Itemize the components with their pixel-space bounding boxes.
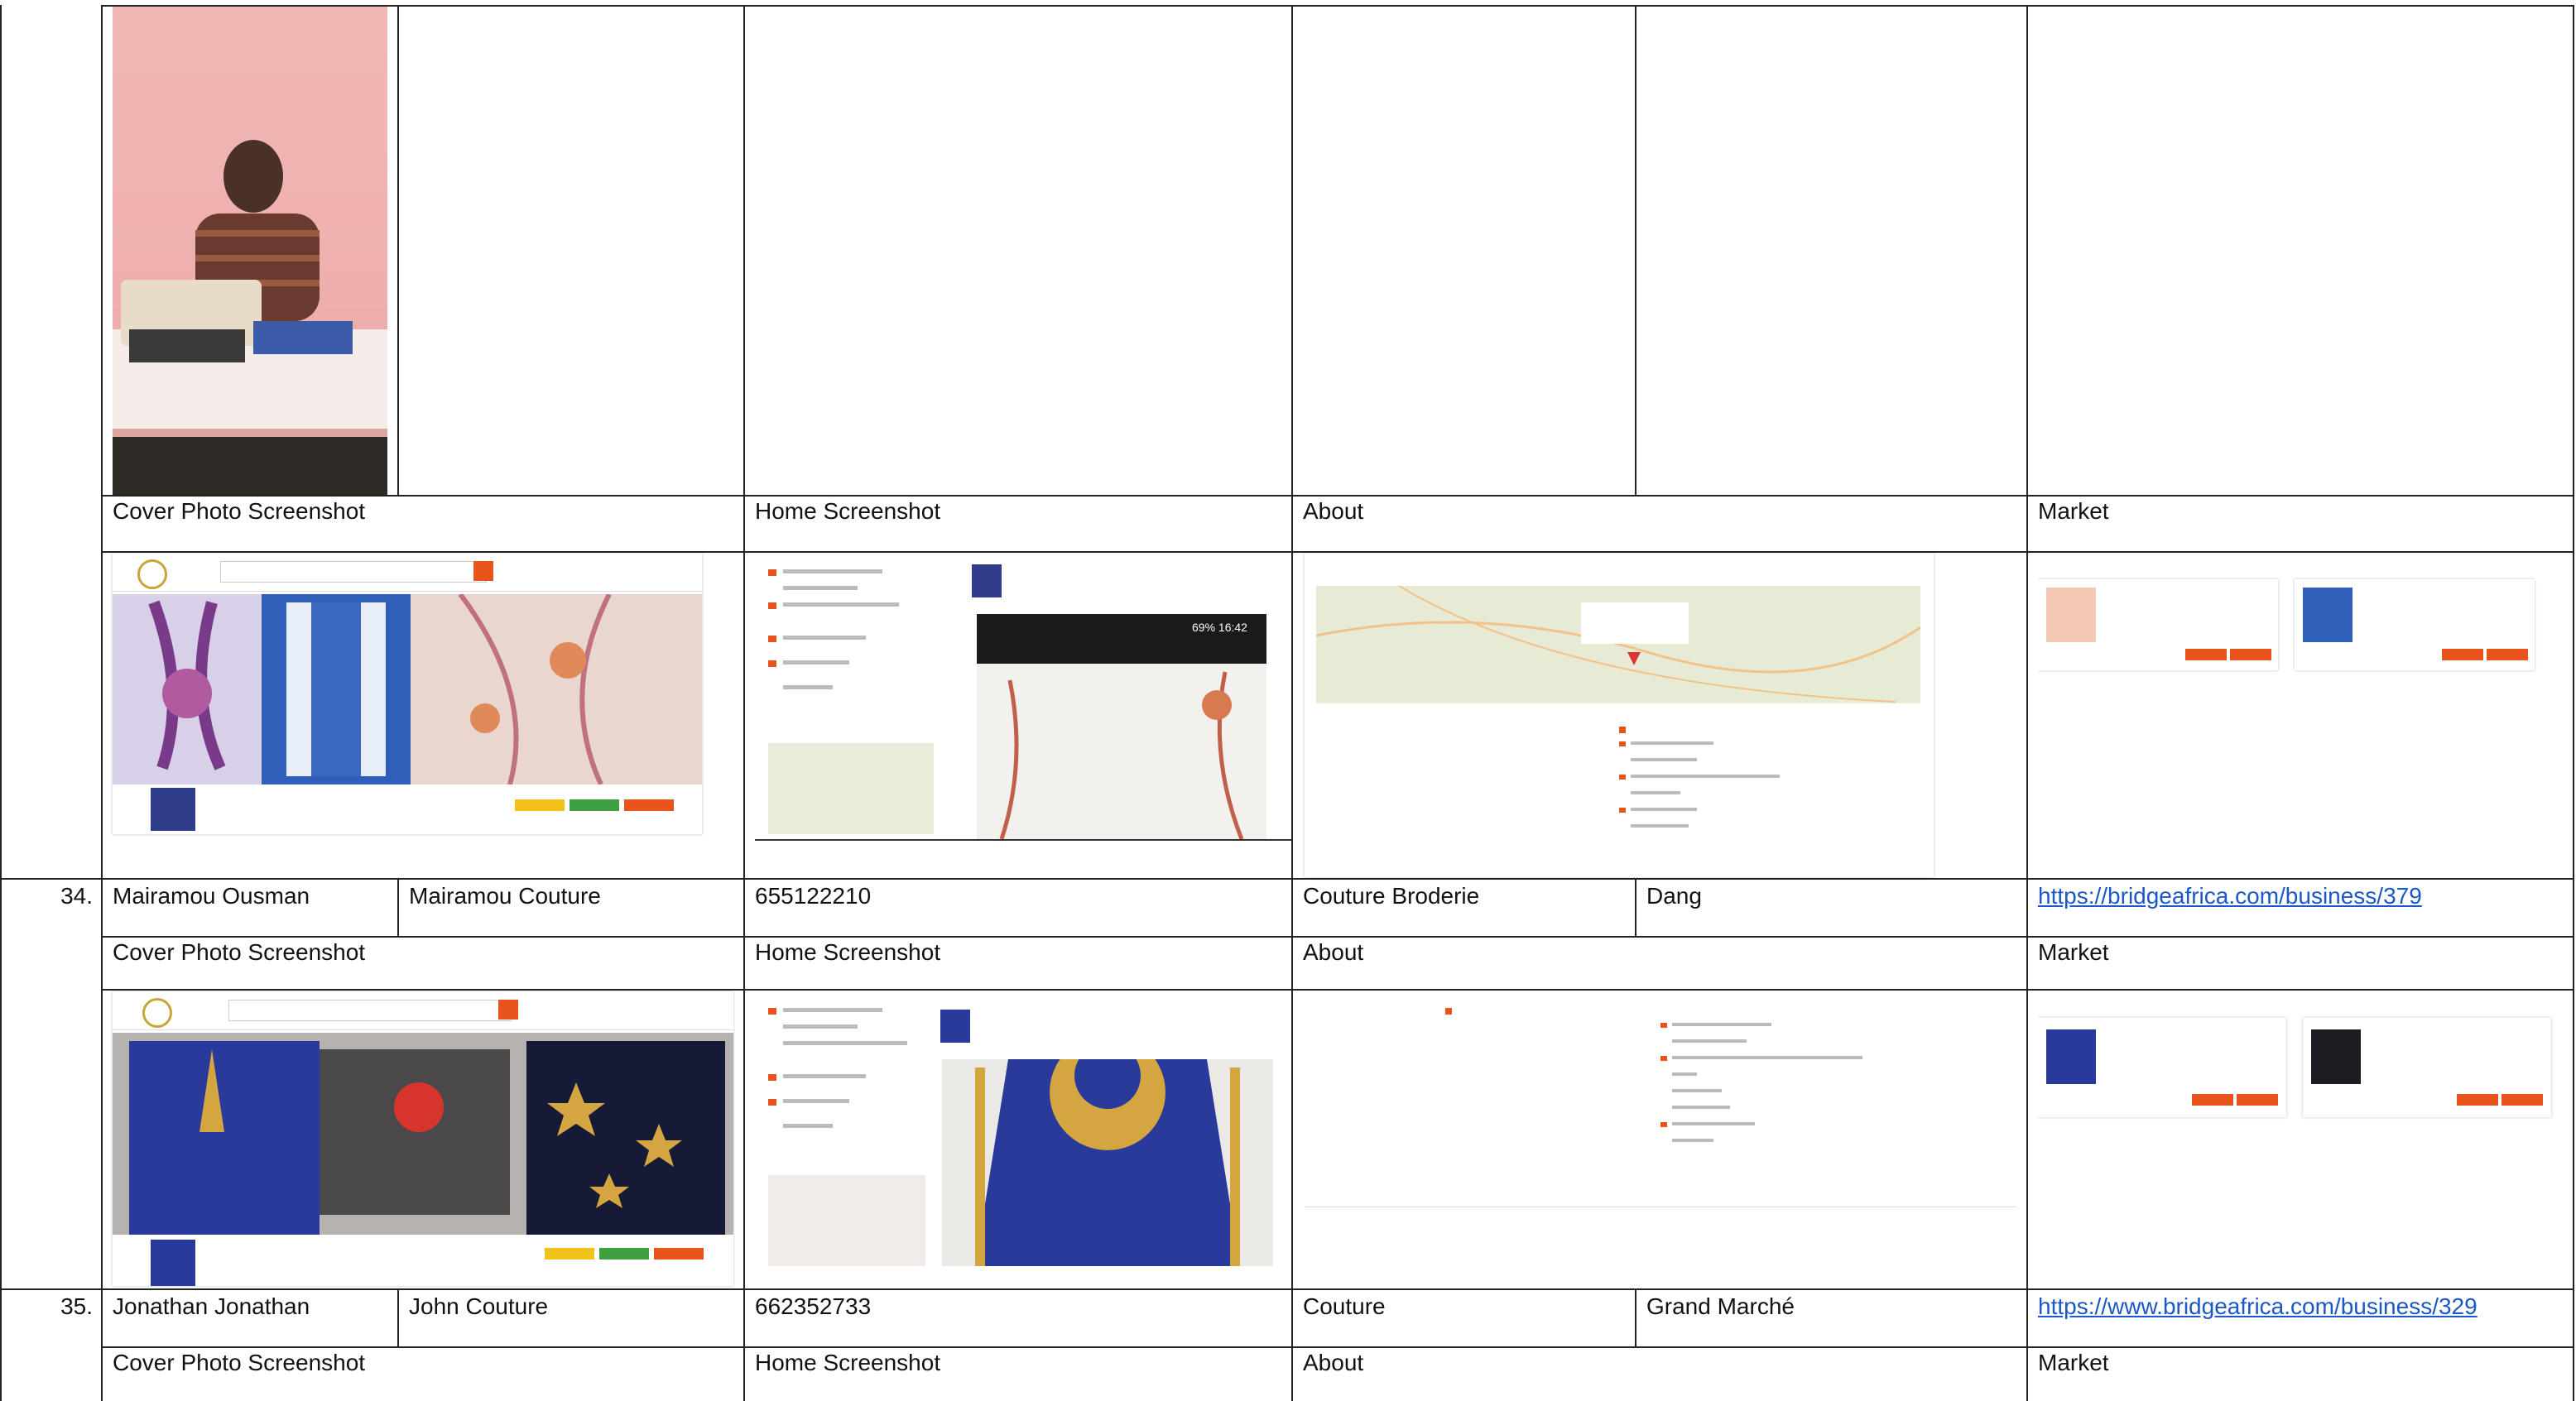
home-screenshot bbox=[755, 991, 1285, 1276]
search-input bbox=[228, 1000, 512, 1021]
table-rule bbox=[101, 1346, 2574, 1348]
owner-name: Jonathan Jonathan bbox=[113, 1293, 310, 1319]
market-screenshot bbox=[2038, 991, 2559, 1124]
owner-name: Mairamou Ousman bbox=[113, 883, 310, 909]
table-rule bbox=[101, 495, 2574, 497]
category: Couture Broderie bbox=[1303, 883, 1480, 909]
table-rule bbox=[101, 989, 2574, 991]
cover-screenshot bbox=[113, 553, 702, 834]
location: Grand Marché bbox=[1646, 1293, 1795, 1319]
product-card bbox=[2303, 1018, 2551, 1117]
business-url-link[interactable]: https://www.bridgeafrica.com/business/32… bbox=[2038, 1293, 2477, 1321]
market-header: Market bbox=[2038, 1350, 2109, 1375]
phone-number: 655122210 bbox=[755, 883, 872, 909]
product-card bbox=[2295, 579, 2535, 670]
about-header: About bbox=[1303, 498, 1364, 524]
home-screenshot-header: Home Screenshot bbox=[755, 498, 941, 524]
table-rule bbox=[101, 5, 2574, 7]
phone-number: 662352733 bbox=[755, 1293, 872, 1319]
business-url-link[interactable]: https://bridgeafrica.com/business/379 bbox=[2038, 882, 2422, 910]
about-screenshot bbox=[1305, 553, 1934, 877]
follow-button bbox=[545, 1248, 594, 1259]
call-button bbox=[624, 799, 674, 811]
phone-status-bar: 69% 16:42 bbox=[1192, 621, 1247, 634]
home-screenshot-header: Home Screenshot bbox=[755, 1350, 941, 1375]
table-rule bbox=[743, 5, 745, 1401]
location: Dang bbox=[1646, 883, 1702, 909]
about-header: About bbox=[1303, 939, 1364, 965]
bridge-africa-logo bbox=[137, 559, 167, 589]
table-rule bbox=[1635, 878, 1636, 936]
table-rule bbox=[2026, 5, 2028, 1401]
table-rule bbox=[397, 1288, 399, 1346]
table-rule bbox=[397, 5, 399, 495]
market-screenshot bbox=[2038, 553, 2543, 677]
cover-photo-header: Cover Photo Screenshot bbox=[113, 939, 366, 965]
product-card bbox=[2038, 1018, 2286, 1117]
search-icon bbox=[473, 561, 493, 581]
product-card bbox=[2038, 579, 2278, 670]
bridge-africa-logo bbox=[142, 998, 172, 1028]
table-rule bbox=[1635, 1288, 1636, 1346]
cover-screenshot bbox=[113, 991, 733, 1286]
table-rule bbox=[0, 5, 2, 1401]
phone-screenshot: 69% 16:42 bbox=[977, 614, 1266, 839]
row-number: 34. bbox=[60, 883, 93, 909]
table-rule bbox=[0, 878, 2574, 880]
cover-photo-header: Cover Photo Screenshot bbox=[113, 498, 366, 524]
category: Couture bbox=[1303, 1293, 1386, 1319]
table-rule bbox=[1291, 5, 1293, 1401]
message-button bbox=[570, 799, 619, 811]
market-header: Market bbox=[2038, 939, 2109, 965]
call-button bbox=[654, 1248, 704, 1259]
about-header: About bbox=[1303, 1350, 1364, 1375]
table-rule bbox=[397, 878, 399, 936]
owner-photo bbox=[113, 7, 387, 495]
home-screenshot-header: Home Screenshot bbox=[755, 939, 941, 965]
market-header: Market bbox=[2038, 498, 2109, 524]
table-rule bbox=[101, 936, 2574, 938]
home-screenshot: 69% 16:42 bbox=[755, 553, 1291, 841]
about-screenshot bbox=[1305, 991, 2016, 1207]
message-button bbox=[599, 1248, 649, 1259]
table-rule bbox=[2573, 5, 2574, 1401]
table-rule bbox=[1635, 5, 1636, 495]
cover-photo-header: Cover Photo Screenshot bbox=[113, 1350, 366, 1375]
follow-button bbox=[515, 799, 565, 811]
row-number: 35. bbox=[60, 1293, 93, 1319]
business-name: Mairamou Couture bbox=[409, 883, 601, 909]
business-name: John Couture bbox=[409, 1293, 549, 1319]
search-icon bbox=[498, 1000, 518, 1020]
document-page: Cover Photo Screenshot Home Screenshot A… bbox=[0, 0, 2576, 1401]
search-input bbox=[220, 561, 487, 583]
table-rule bbox=[101, 5, 103, 1401]
table-rule bbox=[0, 1288, 2574, 1290]
